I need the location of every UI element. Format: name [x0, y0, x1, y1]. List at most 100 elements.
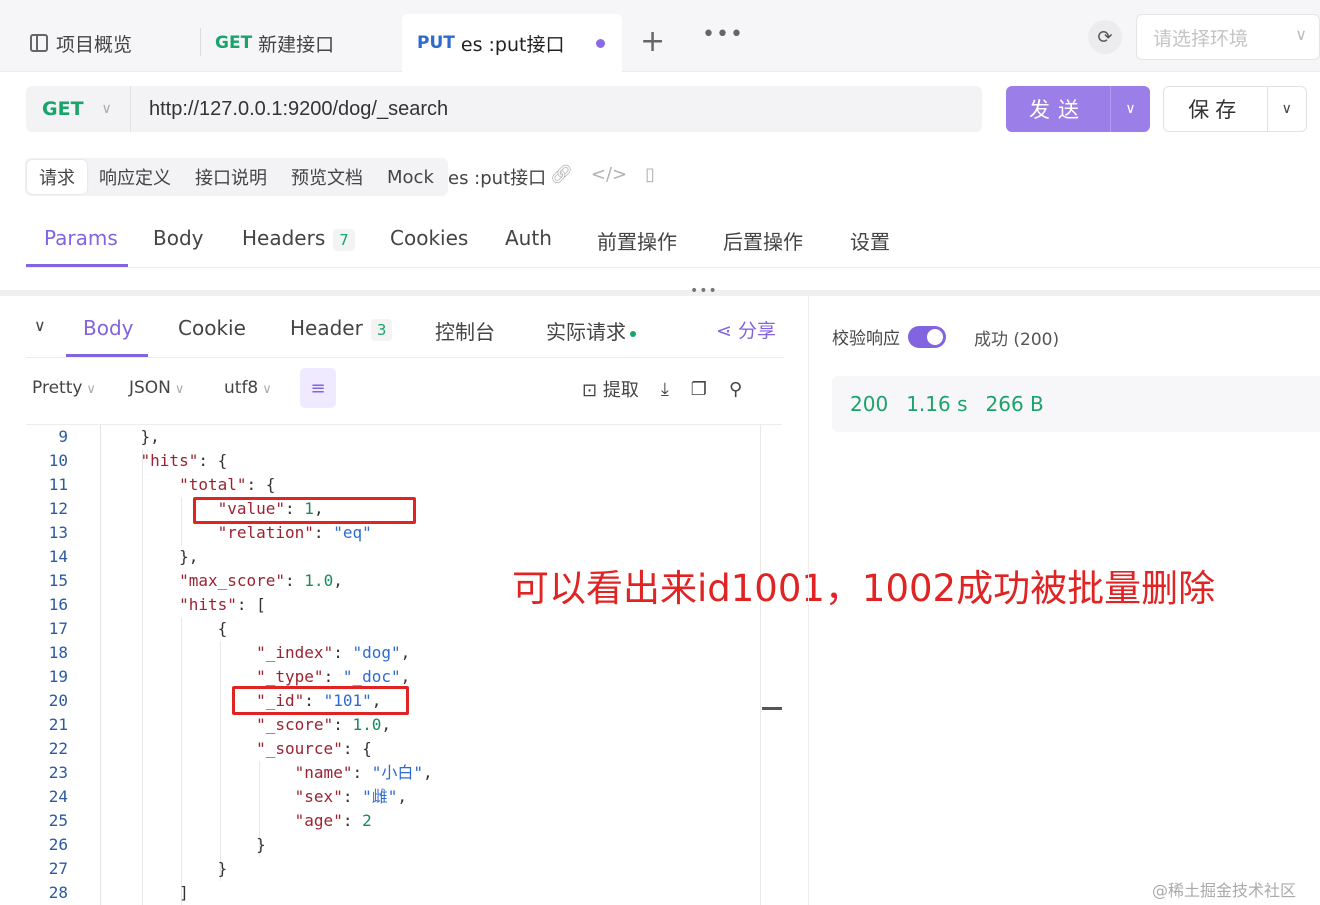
environment-select[interactable]: 请选择环境 ∨: [1136, 14, 1320, 60]
scrollbar-track[interactable]: [760, 425, 761, 905]
search-icon[interactable]: ⚲: [729, 379, 742, 400]
code-text: "_index": "dog",: [256, 643, 411, 662]
resp-tab-console[interactable]: 控制台: [435, 316, 495, 345]
highlight-box-id: [232, 686, 409, 715]
code-text: "max_score": 1.0,: [179, 571, 343, 590]
status-label[interactable]: 成功 (200): [974, 325, 1059, 350]
environment-placeholder: 请选择环境: [1153, 27, 1249, 50]
tab-params[interactable]: Params: [44, 226, 118, 250]
tab-headers[interactable]: Headers 7: [242, 226, 355, 251]
share-icon: ⋖: [716, 320, 732, 342]
tab-put-es-api[interactable]: PUT es :put接口: [402, 14, 622, 72]
url-bar: GET ∨: [26, 86, 982, 132]
subtab-api-description[interactable]: 接口说明: [183, 160, 279, 194]
line-number: 18: [48, 643, 68, 662]
send-options-chevron-icon[interactable]: ∨: [1110, 86, 1150, 132]
refresh-icon[interactable]: ⟳: [1088, 20, 1122, 54]
line-number: 20: [48, 691, 68, 710]
code-line: 25 "age": 2: [26, 809, 760, 833]
panel-splitter[interactable]: [0, 290, 1320, 296]
active-tab-underline: [26, 264, 128, 267]
tab-cookies[interactable]: Cookies: [390, 226, 468, 250]
copy-icon[interactable]: ❐: [691, 379, 707, 400]
line-number: 15: [48, 571, 68, 590]
top-tab-bar: 项目概览 GET 新建接口 PUT es :put接口 + ••• ⟳ 请选择环…: [0, 0, 1320, 72]
scrollbar-thumb[interactable]: [762, 707, 782, 710]
add-tab-icon[interactable]: +: [640, 24, 665, 60]
code-line: 21 "_score": 1.0,: [26, 713, 760, 737]
save-options-chevron-icon[interactable]: ∨: [1266, 86, 1306, 132]
annotation-text: 可以看出来id1001，1002成功被批量删除: [512, 567, 1216, 610]
api-name: es :put接口: [448, 168, 547, 189]
resp-tab-actual-request[interactable]: 实际请求: [546, 316, 636, 345]
subtab-response-definition[interactable]: 响应定义: [87, 160, 183, 194]
tab-pre-operations[interactable]: 前置操作: [597, 226, 677, 255]
headers-count-badge: 7: [333, 229, 355, 251]
format-value: Pretty: [32, 378, 83, 398]
line-number: 23: [48, 763, 68, 782]
tab-auth[interactable]: Auth: [505, 226, 552, 250]
save-button[interactable]: 保存 ∨: [1163, 86, 1307, 132]
tab-divider: [200, 28, 201, 56]
share-button[interactable]: ⋖ 分享: [716, 316, 776, 343]
unsaved-dot-icon: [596, 38, 606, 48]
code-line: 28 ]: [26, 881, 760, 905]
line-number: 10: [48, 451, 68, 470]
code-icon[interactable]: </>: [591, 164, 627, 185]
line-number: 24: [48, 787, 68, 806]
encoding-select[interactable]: utf8 ∨: [224, 378, 272, 398]
tab-get-new-api[interactable]: GET 新建接口: [215, 14, 400, 72]
code-line: 27 }: [26, 857, 760, 881]
side-panel-icon[interactable]: ▯: [645, 164, 655, 185]
word-wrap-icon[interactable]: ≡: [300, 368, 336, 408]
subtab-request[interactable]: 请求: [27, 160, 87, 194]
code-line: 17 {: [26, 617, 760, 641]
line-number: 13: [48, 523, 68, 542]
code-line: 26 }: [26, 833, 760, 857]
format-select[interactable]: Pretty ∨: [32, 378, 96, 398]
response-tabs: ∨ Body Cookie Header 3 控制台 实际请求 ⋖ 分享: [26, 300, 784, 358]
tab-settings[interactable]: 设置: [850, 226, 890, 255]
resp-tab-header-label: Header: [290, 316, 363, 340]
resp-tab-cookie[interactable]: Cookie: [178, 316, 246, 340]
resp-header-count-badge: 3: [370, 319, 393, 341]
tab-body[interactable]: Body: [153, 226, 204, 250]
code-line: 13 "relation": "eq": [26, 521, 760, 545]
content-type-select[interactable]: JSON ∨: [129, 378, 184, 398]
code-line: 23 "name": "小白",: [26, 761, 760, 785]
subtab-preview-doc[interactable]: 预览文档: [279, 160, 375, 194]
subtab-mock[interactable]: Mock: [375, 160, 446, 194]
line-number: 25: [48, 811, 68, 830]
line-number: 16: [48, 595, 68, 614]
code-text: "hits": {: [140, 451, 228, 470]
highlight-box-value: [193, 497, 416, 524]
share-label: 分享: [737, 320, 776, 342]
collapse-chevron-icon[interactable]: ∨: [34, 316, 46, 335]
tab-put-method: PUT: [417, 33, 455, 53]
code-text: "sex": "雌",: [294, 787, 408, 806]
chevron-down-icon: ∨: [101, 101, 112, 117]
more-tabs-icon[interactable]: •••: [702, 22, 744, 47]
right-panel-divider: [808, 296, 809, 905]
validate-toggle[interactable]: [908, 325, 946, 348]
resp-tab-body[interactable]: Body: [83, 316, 134, 340]
resp-tab-header[interactable]: Header 3: [290, 316, 393, 341]
method-select[interactable]: GET ∨: [26, 86, 131, 132]
response-size: 266 B: [985, 392, 1044, 416]
url-input[interactable]: [131, 86, 982, 132]
tab-post-operations[interactable]: 后置操作: [723, 226, 803, 255]
validate-label: 校验响应: [832, 329, 900, 349]
tab-project-overview[interactable]: 项目概览: [30, 14, 200, 72]
code-text: {: [102, 619, 228, 638]
line-number: 17: [48, 619, 68, 638]
link-icon[interactable]: 🔗︎: [550, 164, 573, 185]
line-number: 26: [48, 835, 68, 854]
send-button[interactable]: 发送 ∨: [1006, 86, 1150, 132]
request-subtabs: 请求 响应定义 接口说明 预览文档 Mock: [25, 158, 448, 196]
download-icon[interactable]: ⤓: [661, 379, 669, 400]
drag-handle-icon[interactable]: •••: [690, 283, 718, 299]
status-dot-icon: [630, 330, 636, 337]
extract-button[interactable]: ⊡ 提取: [582, 376, 639, 402]
tab-headers-label: Headers: [242, 226, 326, 250]
code-text: "_source": {: [256, 739, 372, 758]
